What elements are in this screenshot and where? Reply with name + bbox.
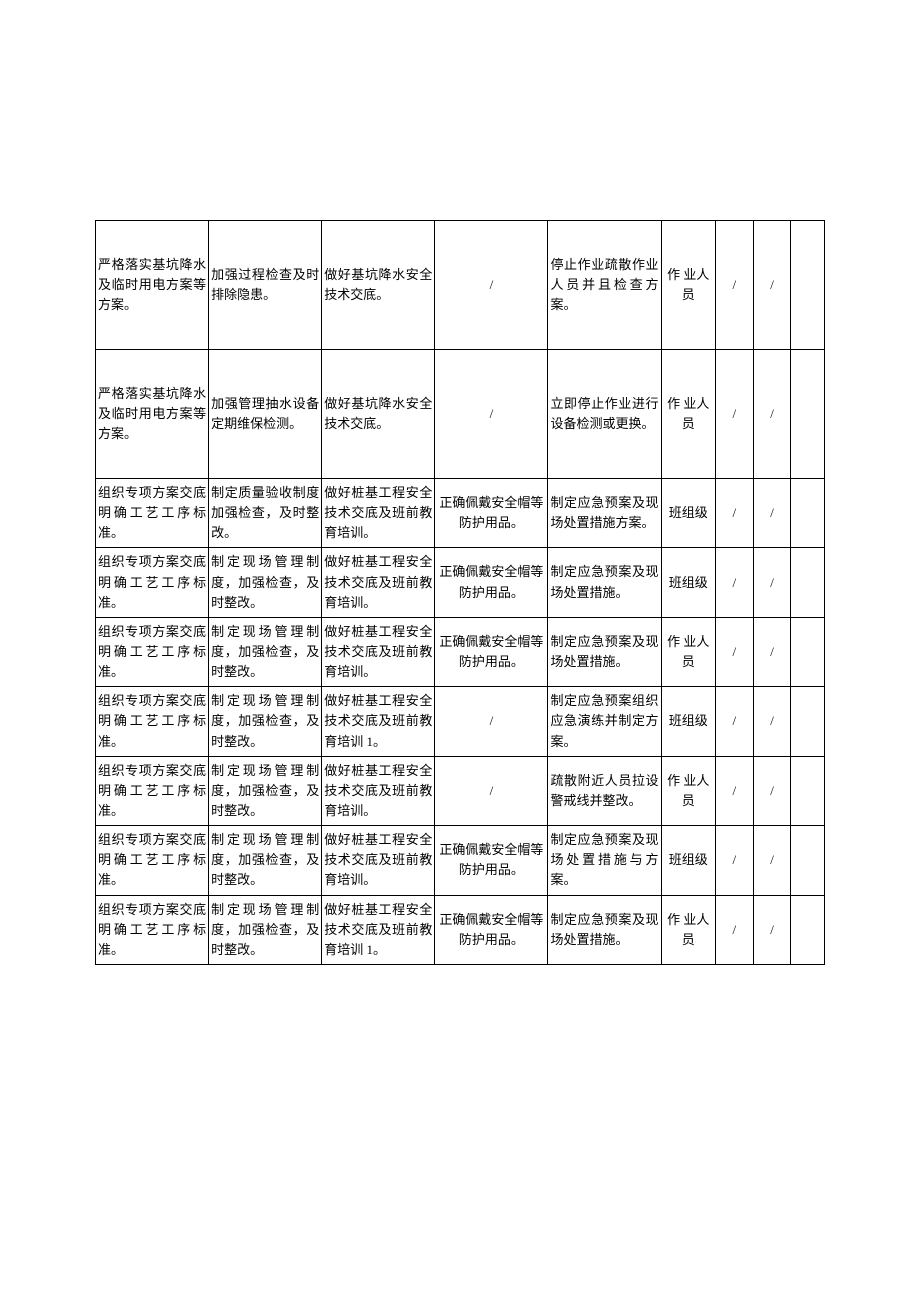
table-cell: 停止作业疏散作业人员并且检查方案。 [548,221,661,350]
table-cell: 立即停止作业进行设备检测或更换。 [548,350,661,479]
table-cell: / [435,756,548,825]
table-cell: / [753,221,791,350]
table-cell: 制定应急预案及现场处置措施。 [548,617,661,686]
document-page: 严格落实基坑降水及临时用电方案等方案。加强过程检查及时排除隐患。做好基坑降水安全… [0,0,920,1225]
table-cell: 班组级 [661,687,715,756]
table-cell: 做好基坑降水安全技术交底。 [322,221,435,350]
table-cell: / [716,479,754,548]
table-row: 组织专项方案交底明确工艺工序标准。制定现场管理制度，加强检查，及时整改。做好桩基… [96,895,825,964]
table-cell [791,895,825,964]
table-cell: 严格落实基坑降水及临时用电方案等方案。 [96,221,209,350]
table-cell: / [716,895,754,964]
table-cell: 做好基坑降水安全技术交底。 [322,350,435,479]
table-cell: 作 业人员 [661,350,715,479]
table-cell: / [716,687,754,756]
table-cell: 制定现场管理制度，加强检查，及时整改。 [209,617,322,686]
table-cell: 作 业人员 [661,756,715,825]
table-cell: / [753,826,791,895]
table-cell: 做好桩基工程安全技术交底及班前教育培训。 [322,756,435,825]
table-cell: 正确佩戴安全帽等防护用品。 [435,895,548,964]
table-cell: 制定现场管理制度，加强检查，及时整改。 [209,687,322,756]
table-cell: / [435,350,548,479]
table-cell: / [716,826,754,895]
table-row: 组织专项方案交底明确工艺工序标准。制定现场管理制度，加强检查，及时整改。做好桩基… [96,617,825,686]
table-cell: / [753,756,791,825]
table-row: 严格落实基坑降水及临时用电方案等方案。加强过程检查及时排除隐患。做好基坑降水安全… [96,221,825,350]
table-cell: / [753,548,791,617]
table-cell: 制定现场管理制度，加强检查，及时整改。 [209,895,322,964]
table-cell: 班组级 [661,548,715,617]
table-cell: 作 业人员 [661,617,715,686]
table-cell: 组织专项方案交底明确工艺工序标准。 [96,895,209,964]
table-cell: / [716,756,754,825]
table-cell: 制定应急预案及现场处置措施与方案。 [548,826,661,895]
table-cell: 制定应急预案及现场处置措施。 [548,548,661,617]
table-row: 组织专项方案交底明确工艺工序标准。制定现场管理制度，加强检查，及时整改。做好桩基… [96,548,825,617]
table-row: 组织专项方案交底明确工艺工序标准。制定现场管理制度，加强检查，及时整改。做好桩基… [96,687,825,756]
table-row: 严格落实基坑降水及临时用电方案等方案。加强管理抽水设备定期维保检测。做好基坑降水… [96,350,825,479]
table-cell: 正确佩戴安全帽等防护用品。 [435,617,548,686]
table-cell: 制定质量验收制度加强检查，及时整改。 [209,479,322,548]
table-cell: / [435,221,548,350]
table-cell: 制定现场管理制度，加强检查，及时整改。 [209,548,322,617]
table-cell: / [753,617,791,686]
table-cell: 制定现场管理制度，加强检查，及时整改。 [209,756,322,825]
table-cell: 制定应急预案及现场处置措施方案。 [548,479,661,548]
table-cell: 班组级 [661,826,715,895]
table-cell: 作 业人员 [661,221,715,350]
table-cell [791,617,825,686]
table-cell: 加强过程检查及时排除隐患。 [209,221,322,350]
table-cell: 严格落实基坑降水及临时用电方案等方案。 [96,350,209,479]
table-cell: 作 业人员 [661,895,715,964]
table-cell: 做好桩基工程安全技术交底及班前教育培训 1。 [322,687,435,756]
table-cell [791,687,825,756]
safety-table: 严格落实基坑降水及临时用电方案等方案。加强过程检查及时排除隐患。做好基坑降水安全… [95,220,825,965]
table-cell: / [753,687,791,756]
table-row: 组织专项方案交底明确工艺工序标准。制定现场管理制度，加强检查，及时整改。做好桩基… [96,756,825,825]
table-cell: / [753,895,791,964]
table-cell [791,548,825,617]
table-row: 组织专项方案交底明确工艺工序标准。制定质量验收制度加强检查，及时整改。做好桩基工… [96,479,825,548]
table-cell: / [716,617,754,686]
table-cell: 做好桩基工程安全技术交底及班前教育培训。 [322,617,435,686]
table-cell: / [716,350,754,479]
table-cell: / [716,548,754,617]
table-cell: / [753,350,791,479]
table-cell [791,479,825,548]
table-cell: 正确佩戴安全帽等防护用品。 [435,479,548,548]
table-cell: 正确佩戴安全帽等防护用品。 [435,548,548,617]
table-cell: 组织专项方案交底明确工艺工序标准。 [96,756,209,825]
table-cell: 制定应急预案组织应急演练并制定方案。 [548,687,661,756]
table-cell: 做好桩基工程安全技术交底及班前教育培训 1。 [322,895,435,964]
table-cell: 组织专项方案交底明确工艺工序标准。 [96,479,209,548]
table-cell: 组织专项方案交底明确工艺工序标准。 [96,548,209,617]
table-cell: / [753,479,791,548]
table-cell: 正确佩戴安全帽等防护用品。 [435,826,548,895]
table-cell: 做好桩基工程安全技术交底及班前教育培训。 [322,548,435,617]
table-cell [791,826,825,895]
table-cell: 制定现场管理制度，加强检查，及时整改。 [209,826,322,895]
table-cell: 班组级 [661,479,715,548]
table-cell: 加强管理抽水设备定期维保检测。 [209,350,322,479]
table-cell [791,221,825,350]
table-cell [791,350,825,479]
table-cell: 做好桩基工程安全技术交底及班前教育培训。 [322,826,435,895]
table-cell: 组织专项方案交底明确工艺工序标准。 [96,826,209,895]
table-cell [791,756,825,825]
table-cell: 组织专项方案交底明确工艺工序标准。 [96,617,209,686]
table-cell: 疏散附近人员拉设警戒线并整改。 [548,756,661,825]
table-cell: / [435,687,548,756]
table-cell: 做好桩基工程安全技术交底及班前教育培训。 [322,479,435,548]
table-cell: / [716,221,754,350]
table-row: 组织专项方案交底明确工艺工序标准。制定现场管理制度，加强检查，及时整改。做好桩基… [96,826,825,895]
table-cell: 制定应急预案及现场处置措施。 [548,895,661,964]
table-cell: 组织专项方案交底明确工艺工序标准。 [96,687,209,756]
